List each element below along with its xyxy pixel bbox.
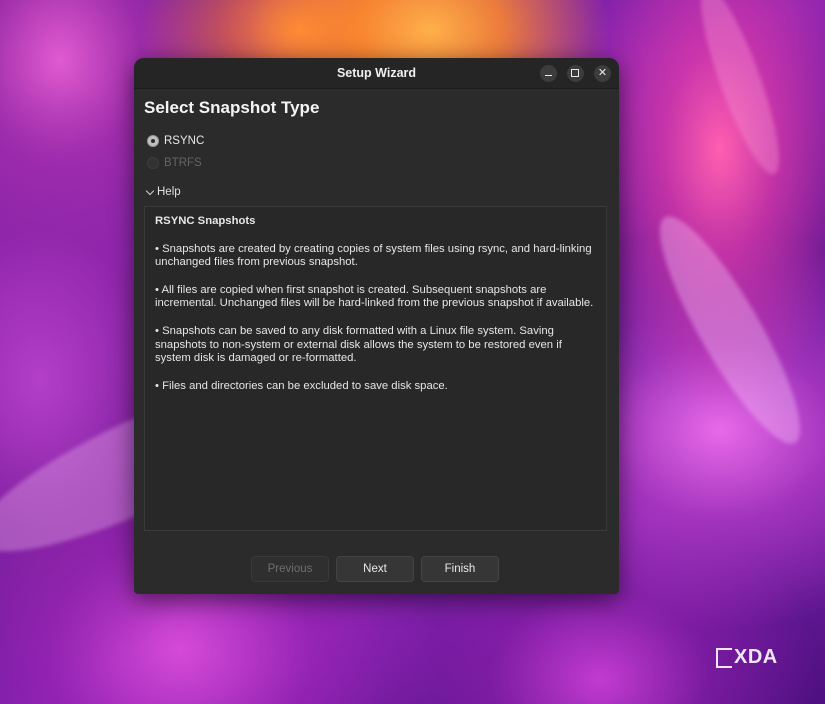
xda-watermark: XDA	[716, 646, 778, 669]
wallpaper-streak	[639, 202, 821, 458]
radio-rsync[interactable]: RSYNC	[147, 132, 204, 150]
close-button[interactable]: ✕	[594, 65, 611, 82]
maximize-button[interactable]	[567, 65, 584, 82]
radio-selected-icon[interactable]	[147, 135, 159, 147]
radio-label-rsync: RSYNC	[164, 135, 205, 147]
page-title: Select Snapshot Type	[144, 98, 320, 117]
setup-wizard-window: Setup Wizard ✕ Select Snapshot Type RSYN…	[134, 58, 619, 594]
radio-btrfs[interactable]: BTRFS	[147, 154, 202, 172]
minimize-button[interactable]	[540, 65, 557, 82]
finish-button[interactable]: Finish	[421, 556, 499, 582]
help-paragraph: • Files and directories can be excluded …	[155, 379, 448, 392]
help-expander[interactable]: Help	[145, 186, 181, 198]
close-icon: ✕	[597, 67, 608, 79]
help-expander-label: Help	[157, 186, 181, 198]
wallpaper-streak	[687, 0, 793, 181]
minimize-icon	[545, 75, 552, 76]
previous-button[interactable]: Previous	[251, 556, 329, 582]
chevron-down-icon	[145, 186, 155, 195]
xda-watermark-text: XDA	[734, 646, 778, 668]
title-bar[interactable]: Setup Wizard ✕	[134, 58, 619, 89]
maximize-icon	[571, 69, 580, 78]
radio-label-btrfs: BTRFS	[164, 157, 202, 169]
help-paragraph: • Snapshots can be saved to any disk for…	[155, 324, 562, 365]
help-text-panel: RSYNC Snapshots • Snapshots are created …	[144, 206, 607, 531]
help-paragraph: • Snapshots are created by creating copi…	[155, 242, 592, 269]
radio-unselected-icon[interactable]	[147, 157, 159, 169]
next-button[interactable]: Next	[336, 556, 414, 582]
help-title: RSYNC Snapshots	[155, 215, 256, 227]
help-paragraph: • All files are copied when first snapsh…	[155, 283, 594, 310]
xda-logo-icon	[716, 647, 732, 668]
